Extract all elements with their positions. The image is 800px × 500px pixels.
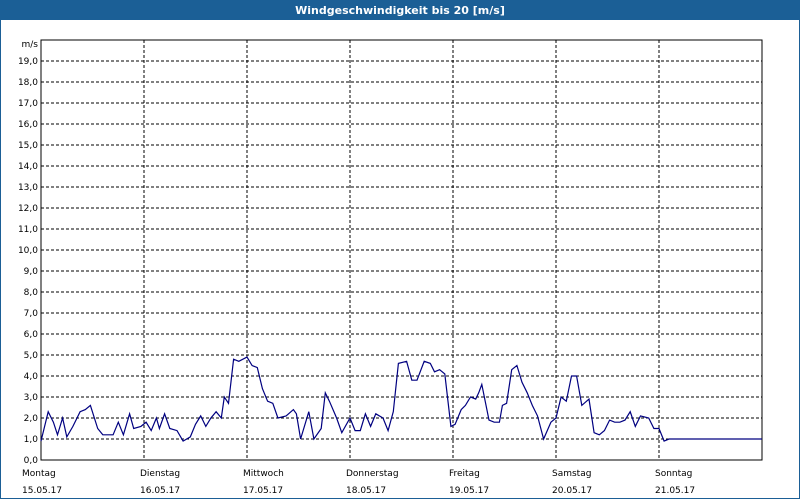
y-tick-label: 12,0 xyxy=(18,204,38,214)
x-tick-date: 20.05.17 xyxy=(552,486,592,496)
x-tick-date: 21.05.17 xyxy=(655,486,695,496)
y-tick-label: 10,0 xyxy=(18,246,38,256)
y-tick-label: 9,0 xyxy=(24,267,39,277)
y-tick-label: 17,0 xyxy=(18,99,38,109)
x-tick-day: Samstag xyxy=(552,469,591,479)
y-tick-label: 15,0 xyxy=(18,141,38,151)
y-axis: m/s 0,0 1,0 2,0 3,0 4,0 5,0 6,0 7,0 8,0 9,0 10,0 11… xyxy=(18,40,38,466)
y-tick-label: 14,0 xyxy=(18,162,38,172)
x-tick-day: Mittwoch xyxy=(243,469,284,479)
y-axis-label: m/s xyxy=(22,40,39,50)
x-tick-date: 15.05.17 xyxy=(22,486,62,496)
grid-lines xyxy=(40,39,763,461)
x-axis: Montag 15.05.17 Dienstag 16.05.17 Mittwoch 17… xyxy=(22,469,695,496)
y-tick-label: 16,0 xyxy=(18,120,38,130)
x-tick-date: 19.05.17 xyxy=(449,486,489,496)
y-tick-label: 2,0 xyxy=(24,414,39,424)
x-tick-date: 16.05.17 xyxy=(140,486,180,496)
x-tick-day: Freitag xyxy=(449,469,480,479)
y-tick-label: 11,0 xyxy=(18,225,38,235)
x-tick-day: Montag xyxy=(22,469,56,479)
y-tick-label: 3,0 xyxy=(24,393,39,403)
y-tick-label: 19,0 xyxy=(18,57,38,67)
y-tick-label: 4,0 xyxy=(24,372,39,382)
y-tick-label: 13,0 xyxy=(18,183,38,193)
y-tick-label: 1,0 xyxy=(24,435,39,445)
y-tick-label: 6,0 xyxy=(24,330,39,340)
y-tick-label: 8,0 xyxy=(24,288,39,298)
y-tick-label: 0,0 xyxy=(24,456,39,466)
x-tick-date: 18.05.17 xyxy=(346,486,386,496)
x-tick-day: Donnerstag xyxy=(346,469,399,479)
x-tick-date: 17.05.17 xyxy=(243,486,283,496)
y-tick-label: 18,0 xyxy=(18,78,38,88)
x-tick-day: Sonntag xyxy=(655,469,692,479)
y-tick-label: 5,0 xyxy=(24,351,39,361)
plot-area xyxy=(40,356,762,442)
x-tick-day: Dienstag xyxy=(140,469,180,479)
wind-speed-chart: m/s 0,0 1,0 2,0 3,0 4,0 5,0 6,0 7,0 8,0 9,0 10,0 11… xyxy=(18,39,763,496)
y-tick-label: 7,0 xyxy=(24,309,39,319)
series-line xyxy=(40,356,762,442)
